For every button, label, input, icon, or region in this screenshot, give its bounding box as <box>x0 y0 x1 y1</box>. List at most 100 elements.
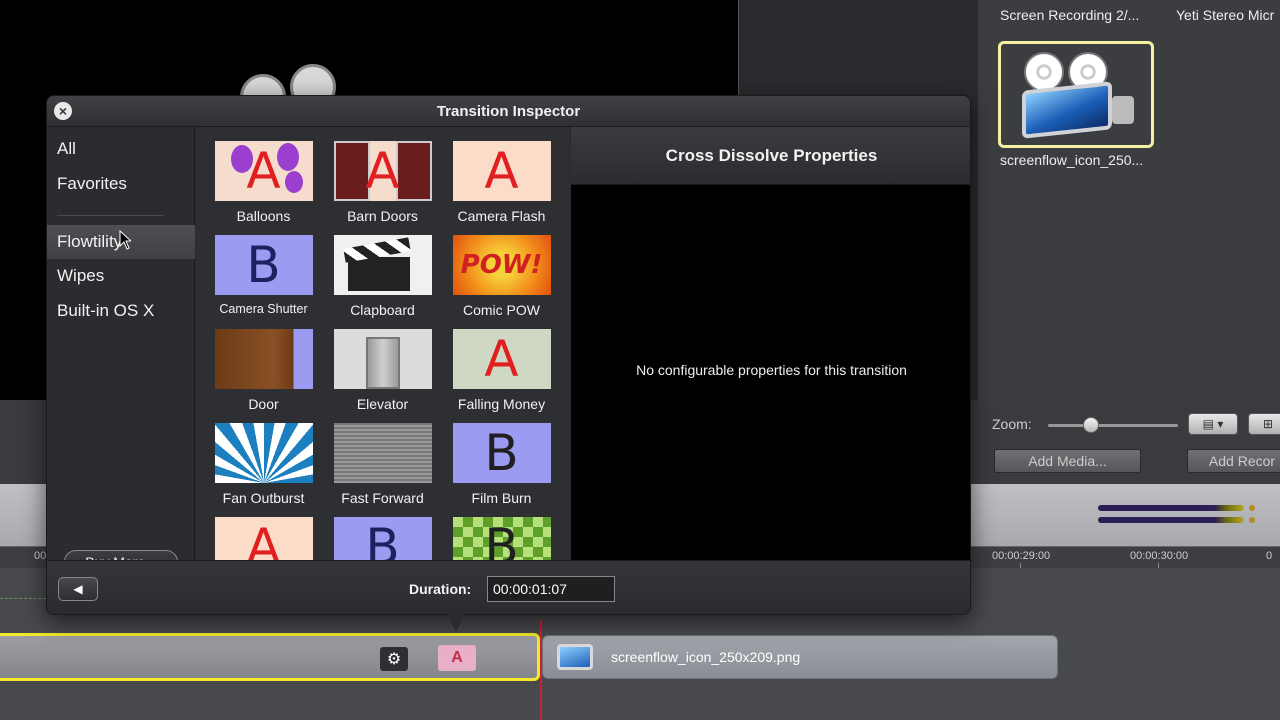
thumb-glyph: B <box>246 236 281 294</box>
list-view-icon: ▤ ▾ <box>1202 417 1224 431</box>
tile-label: Balloons <box>236 208 291 224</box>
mouse-cursor-icon <box>119 230 131 250</box>
fast-forward-thumbnail <box>333 423 432 483</box>
transition-tile-fast-forward[interactable]: Fast Forward <box>323 423 442 506</box>
screenflow-icon <box>1016 51 1136 139</box>
transition-thumbnail: B <box>333 517 432 560</box>
ruler-label: 00:00:30:00 <box>1130 550 1189 562</box>
tile-label: Film Burn <box>471 490 532 506</box>
thumb-glyph: A <box>484 142 519 200</box>
transition-tile-camera-shutter[interactable]: B Camera Shutter <box>204 235 323 316</box>
transition-thumbnail: B <box>452 517 551 560</box>
inspector-titlebar[interactable]: × Transition Inspector <box>47 96 970 127</box>
thumb-glyph: A <box>365 142 400 200</box>
audio-meter-left <box>1098 505 1244 511</box>
transition-tile[interactable]: A <box>204 517 323 560</box>
tile-label: Falling Money <box>457 396 546 412</box>
inspector-title: Transition Inspector <box>436 103 581 120</box>
transition-tile-falling-money[interactable]: A Falling Money <box>442 329 561 412</box>
ruler-label: 00 <box>34 550 47 562</box>
media-thumb-screenflow-icon[interactable] <box>998 41 1154 148</box>
screenflow-clip-icon <box>557 644 593 670</box>
transition-tile-film-burn[interactable]: B Film Burn <box>442 423 561 506</box>
audio-meter-right <box>1098 517 1244 523</box>
grid-view-icon: ⊞ <box>1262 417 1274 431</box>
ruler-label: 00:00:29:00 <box>992 550 1051 562</box>
zoom-slider-knob[interactable] <box>1082 417 1099 433</box>
audio-peak-right <box>1249 517 1255 523</box>
thumb-glyph: POW! <box>460 250 543 280</box>
media-caption-yeti-mic[interactable]: Yeti Stereo Micr <box>1176 7 1274 23</box>
tile-label: Elevator <box>356 396 409 412</box>
category-favorites[interactable]: Favorites <box>47 167 195 201</box>
playhead[interactable] <box>540 620 542 720</box>
category-list: All Favorites Flowtility Wipes Built-in … <box>47 127 195 574</box>
left-arrow-icon: ◀ <box>73 582 83 596</box>
transition-tile-door[interactable]: Door <box>204 329 323 412</box>
media-caption-screen-recording[interactable]: Screen Recording 2/... <box>1000 7 1139 23</box>
film-burn-thumbnail: B <box>452 423 551 483</box>
duration-field[interactable] <box>487 576 615 602</box>
inspector-footer: ◀ Duration: <box>47 560 970 614</box>
inspector-pointer <box>446 612 466 632</box>
transition-tile-balloons[interactable]: A Balloons <box>204 141 323 224</box>
transition-grid: A Balloons A Barn Doors A Camera Flash B… <box>196 127 569 560</box>
ruler-label: 0 <box>1266 550 1273 562</box>
tile-label: Camera Shutter <box>219 302 308 316</box>
door-thumbnail <box>214 329 313 389</box>
transition-tile-camera-flash[interactable]: A Camera Flash <box>442 141 561 224</box>
category-separator <box>57 215 164 216</box>
add-recording-button[interactable]: Add Recor <box>1187 449 1280 473</box>
transition-tile-fan-outburst[interactable]: Fan Outburst <box>204 423 323 506</box>
fan-outburst-thumbnail <box>214 423 313 483</box>
transition-tile[interactable]: B <box>442 517 561 560</box>
transition-thumbnail: A <box>214 517 313 560</box>
tile-label: Fan Outburst <box>222 490 305 506</box>
thumb-glyph: A <box>246 142 281 200</box>
transition-tile-barn-doors[interactable]: A Barn Doors <box>323 141 442 224</box>
camera-shutter-thumbnail: B <box>214 235 313 295</box>
transition-icon: A <box>451 649 463 666</box>
transition-tile-elevator[interactable]: Elevator <box>323 329 442 412</box>
zoom-label: Zoom: <box>992 416 1032 432</box>
tile-label: Comic POW <box>463 302 540 318</box>
list-view-button[interactable]: ▤ ▾ <box>1188 413 1238 435</box>
thumb-glyph: B <box>484 518 519 560</box>
zoom-slider-track[interactable] <box>1048 424 1178 427</box>
properties-title: Cross Dissolve Properties <box>571 127 970 185</box>
comic-pow-thumbnail: POW! <box>452 235 551 295</box>
tile-label: Clapboard <box>350 302 415 318</box>
add-media-button[interactable]: Add Media... <box>994 449 1141 473</box>
clip-settings-button[interactable]: ⚙ <box>380 647 408 671</box>
media-caption-screenflow-icon[interactable]: screenflow_icon_250... <box>1000 152 1143 168</box>
category-built-in-os-x[interactable]: Built-in OS X <box>47 294 195 328</box>
audio-waveform <box>0 598 46 604</box>
transition-inspector-window: × Transition Inspector All Favorites Flo… <box>46 95 971 615</box>
tile-label: Camera Flash <box>457 208 546 224</box>
properties-panel: Cross Dissolve Properties No configurabl… <box>571 127 970 560</box>
camera-flash-thumbnail: A <box>452 141 551 201</box>
thumb-glyph: B <box>484 424 519 482</box>
tile-label: Door <box>248 396 279 412</box>
audio-peak-left <box>1249 505 1255 511</box>
back-button[interactable]: ◀ <box>58 577 98 601</box>
clapboard-thumbnail <box>333 235 432 295</box>
grid-view-button[interactable]: ⊞ <box>1248 413 1280 435</box>
transition-tile-clapboard[interactable]: Clapboard <box>323 235 442 318</box>
category-all[interactable]: All <box>47 132 195 166</box>
category-wipes[interactable]: Wipes <box>47 259 195 293</box>
duration-label: Duration: <box>409 581 472 597</box>
tile-label: Fast Forward <box>341 490 424 506</box>
transition-tile[interactable]: B <box>323 517 442 560</box>
clip-transition-button[interactable]: A <box>438 645 476 671</box>
transition-tile-comic-pow[interactable]: POW! Comic POW <box>442 235 561 318</box>
tile-label: Barn Doors <box>347 208 418 224</box>
elevator-thumbnail <box>333 329 432 389</box>
properties-message: No configurable properties for this tran… <box>636 362 907 378</box>
barn-doors-thumbnail: A <box>333 141 432 201</box>
thumb-glyph: A <box>484 330 519 388</box>
gear-icon: ⚙ <box>386 651 402 668</box>
balloons-thumbnail: A <box>214 141 313 201</box>
image-clip[interactable]: screenflow_icon_250x209.png <box>542 635 1058 679</box>
clip-label: screenflow_icon_250x209.png <box>611 649 801 665</box>
